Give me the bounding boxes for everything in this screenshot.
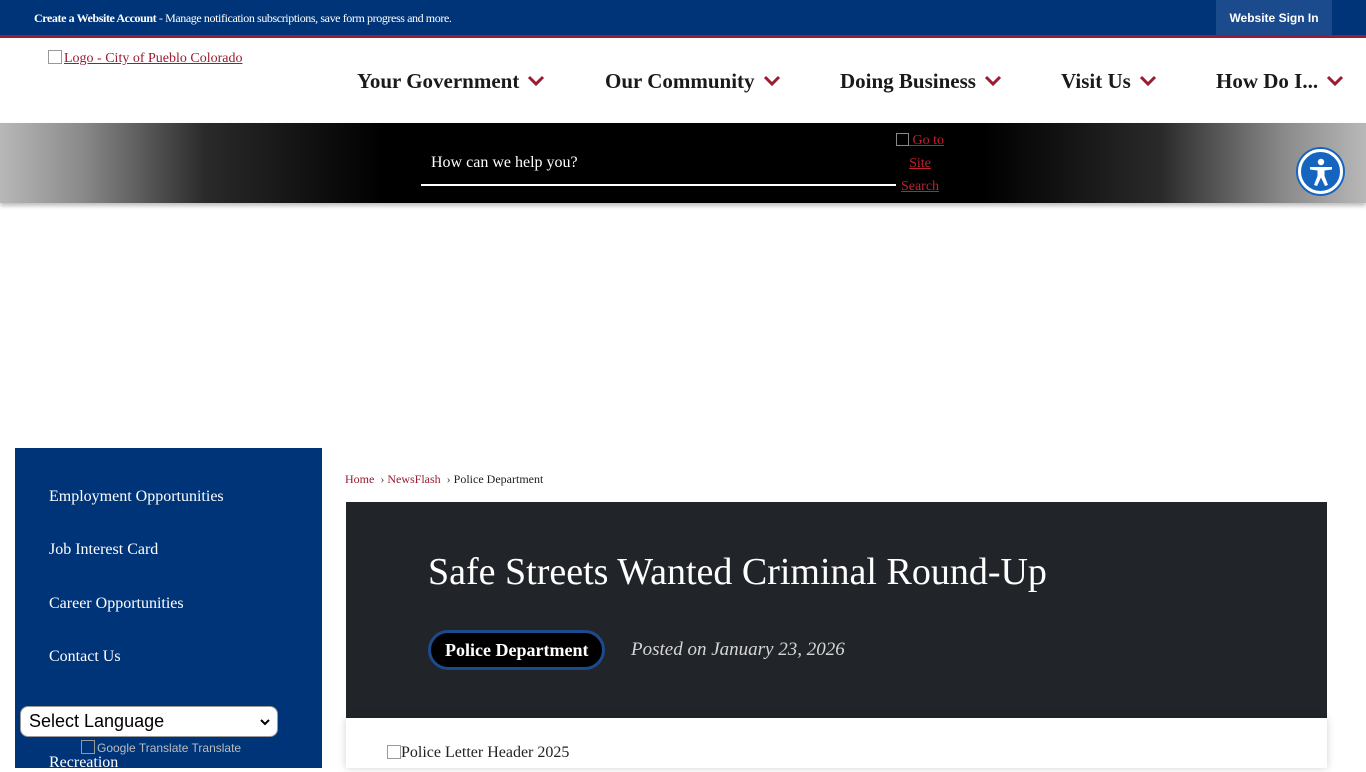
department-badge[interactable]: Police Department xyxy=(428,630,606,670)
chevron-down-icon xyxy=(528,75,545,87)
search-band: Go to Site Search xyxy=(0,123,1366,203)
breadcrumb-separator: › xyxy=(446,472,451,486)
posted-date: Posted on January 23, 2026 xyxy=(631,639,845,660)
sidebar-item-career-opportunities[interactable]: Career Opportunities xyxy=(49,595,184,613)
create-account-link[interactable]: Create a Website Account xyxy=(34,11,157,25)
google-translate-credit[interactable]: Google Translate Translate xyxy=(81,740,241,755)
chevron-down-icon xyxy=(984,75,1002,87)
nav-your-government[interactable]: Your Government xyxy=(357,66,545,96)
logo-alt-text: Logo - City of Pueblo Colorado xyxy=(64,51,243,66)
chevron-down-icon xyxy=(1139,75,1156,87)
accessibility-icon xyxy=(1309,158,1332,186)
nav-label: Doing Business xyxy=(840,68,976,93)
nav-doing-business[interactable]: Doing Business xyxy=(840,66,1002,96)
article-title: Safe Streets Wanted Criminal Round-Up xyxy=(428,551,1047,593)
sidebar-item-contact-us[interactable]: Contact Us xyxy=(49,648,121,666)
broken-image-icon xyxy=(896,133,909,146)
accessibility-button[interactable] xyxy=(1298,149,1343,194)
site-search-go-button[interactable]: Go to Site Search xyxy=(896,129,944,198)
breadcrumb: Home › NewsFlash › Police Department xyxy=(345,472,543,487)
create-account-description: - Manage notification subscriptions, sav… xyxy=(156,11,452,25)
sidebar-item-job-interest-card[interactable]: Job Interest Card xyxy=(49,541,158,559)
chevron-down-icon xyxy=(1327,75,1344,87)
breadcrumb-home[interactable]: Home xyxy=(345,472,374,486)
nav-visit-us[interactable]: Visit Us xyxy=(1061,66,1157,96)
broken-image-icon xyxy=(48,50,62,64)
breadcrumb-newsflash[interactable]: NewsFlash xyxy=(387,472,440,486)
language-select[interactable]: Select Language xyxy=(20,706,278,737)
nav-label: Our Community xyxy=(605,68,755,93)
website-sign-in-button[interactable]: Website Sign In xyxy=(1216,0,1332,35)
google-translate-alt-text: Google Translate xyxy=(97,741,189,755)
article-image-alt-text: Police Letter Header 2025 xyxy=(401,744,570,761)
nav-label: Visit Us xyxy=(1061,68,1131,93)
article-header: Safe Streets Wanted Criminal Round-Up Po… xyxy=(346,502,1327,718)
article-body: Police Letter Header 2025 xyxy=(346,718,1327,768)
nav-how-do-i[interactable]: How Do I... xyxy=(1216,66,1344,96)
sidebar-item-recreation[interactable]: Recreation xyxy=(49,754,118,772)
create-account-message[interactable]: Create a Website Account - Manage notifi… xyxy=(34,11,452,26)
broken-image-icon xyxy=(81,740,95,754)
chevron-down-icon xyxy=(260,718,270,725)
nav-label: How Do I... xyxy=(1216,68,1319,93)
top-bar: Create a Website Account - Manage notifi… xyxy=(0,0,1366,35)
translate-text: Translate xyxy=(191,741,242,755)
site-search-input[interactable] xyxy=(421,142,896,186)
language-select-value: Select Language xyxy=(29,711,165,731)
sidebar-item-employment-opportunities[interactable]: Employment Opportunities xyxy=(49,488,224,506)
chevron-down-icon xyxy=(763,75,780,87)
article-header-image: Police Letter Header 2025 xyxy=(387,744,569,762)
nav-our-community[interactable]: Our Community xyxy=(605,66,781,96)
breadcrumb-separator: › xyxy=(380,472,385,486)
broken-image-icon xyxy=(387,745,401,759)
site-logo-link[interactable]: Logo - City of Pueblo Colorado xyxy=(48,50,243,67)
breadcrumb-current: Police Department xyxy=(453,472,544,486)
header-divider xyxy=(0,35,1366,38)
nav-label: Your Government xyxy=(357,68,520,93)
